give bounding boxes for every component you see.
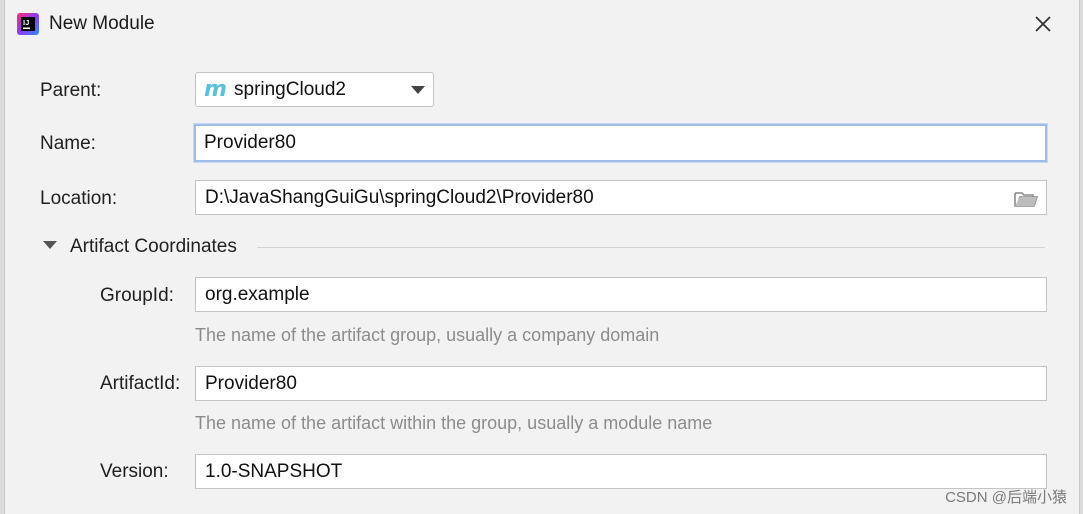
title-bar: IJ New Module xyxy=(5,0,1079,48)
artifact-section-title[interactable]: Artifact Coordinates xyxy=(70,236,237,258)
watermark: CSDN @后端小猿 xyxy=(945,489,1067,506)
new-module-dialog: IJ New Module Parent: m springCloud2 Nam… xyxy=(4,0,1080,514)
groupid-value: org.example xyxy=(205,283,310,305)
parent-combobox[interactable]: m springCloud2 xyxy=(195,72,434,107)
triangle-down-icon[interactable] xyxy=(43,240,57,250)
name-label: Name: xyxy=(40,133,96,154)
artifactid-input[interactable]: Provider80 xyxy=(195,366,1047,401)
maven-module-icon: m xyxy=(204,78,227,102)
section-divider xyxy=(257,247,1045,248)
version-value: 1.0-SNAPSHOT xyxy=(205,460,343,482)
parent-value: springCloud2 xyxy=(234,78,346,100)
folder-icon[interactable] xyxy=(1014,190,1038,208)
version-input[interactable]: 1.0-SNAPSHOT xyxy=(195,454,1047,489)
groupid-hint: The name of the artifact group, usually … xyxy=(195,325,660,345)
close-icon[interactable] xyxy=(1029,10,1057,38)
svg-text:IJ: IJ xyxy=(23,18,29,27)
parent-label: Parent: xyxy=(40,80,102,101)
svg-text:m: m xyxy=(204,78,227,102)
artifactid-label: ArtifactId: xyxy=(100,373,181,394)
location-value: D:\JavaShangGuiGu\springCloud2\Provider8… xyxy=(205,186,594,208)
chevron-down-icon xyxy=(411,86,425,94)
groupid-input[interactable]: org.example xyxy=(195,277,1047,312)
location-input[interactable]: D:\JavaShangGuiGu\springCloud2\Provider8… xyxy=(195,180,1047,215)
intellij-idea-icon: IJ xyxy=(17,13,39,35)
version-label: Version: xyxy=(100,461,169,482)
name-input[interactable]: Provider80 xyxy=(194,124,1047,162)
location-label: Location: xyxy=(40,188,118,209)
artifactid-hint: The name of the artifact within the grou… xyxy=(195,413,713,433)
artifactid-value: Provider80 xyxy=(205,372,297,394)
groupid-label: GroupId: xyxy=(100,285,174,306)
name-value: Provider80 xyxy=(204,132,296,153)
dialog-title: New Module xyxy=(49,13,155,34)
